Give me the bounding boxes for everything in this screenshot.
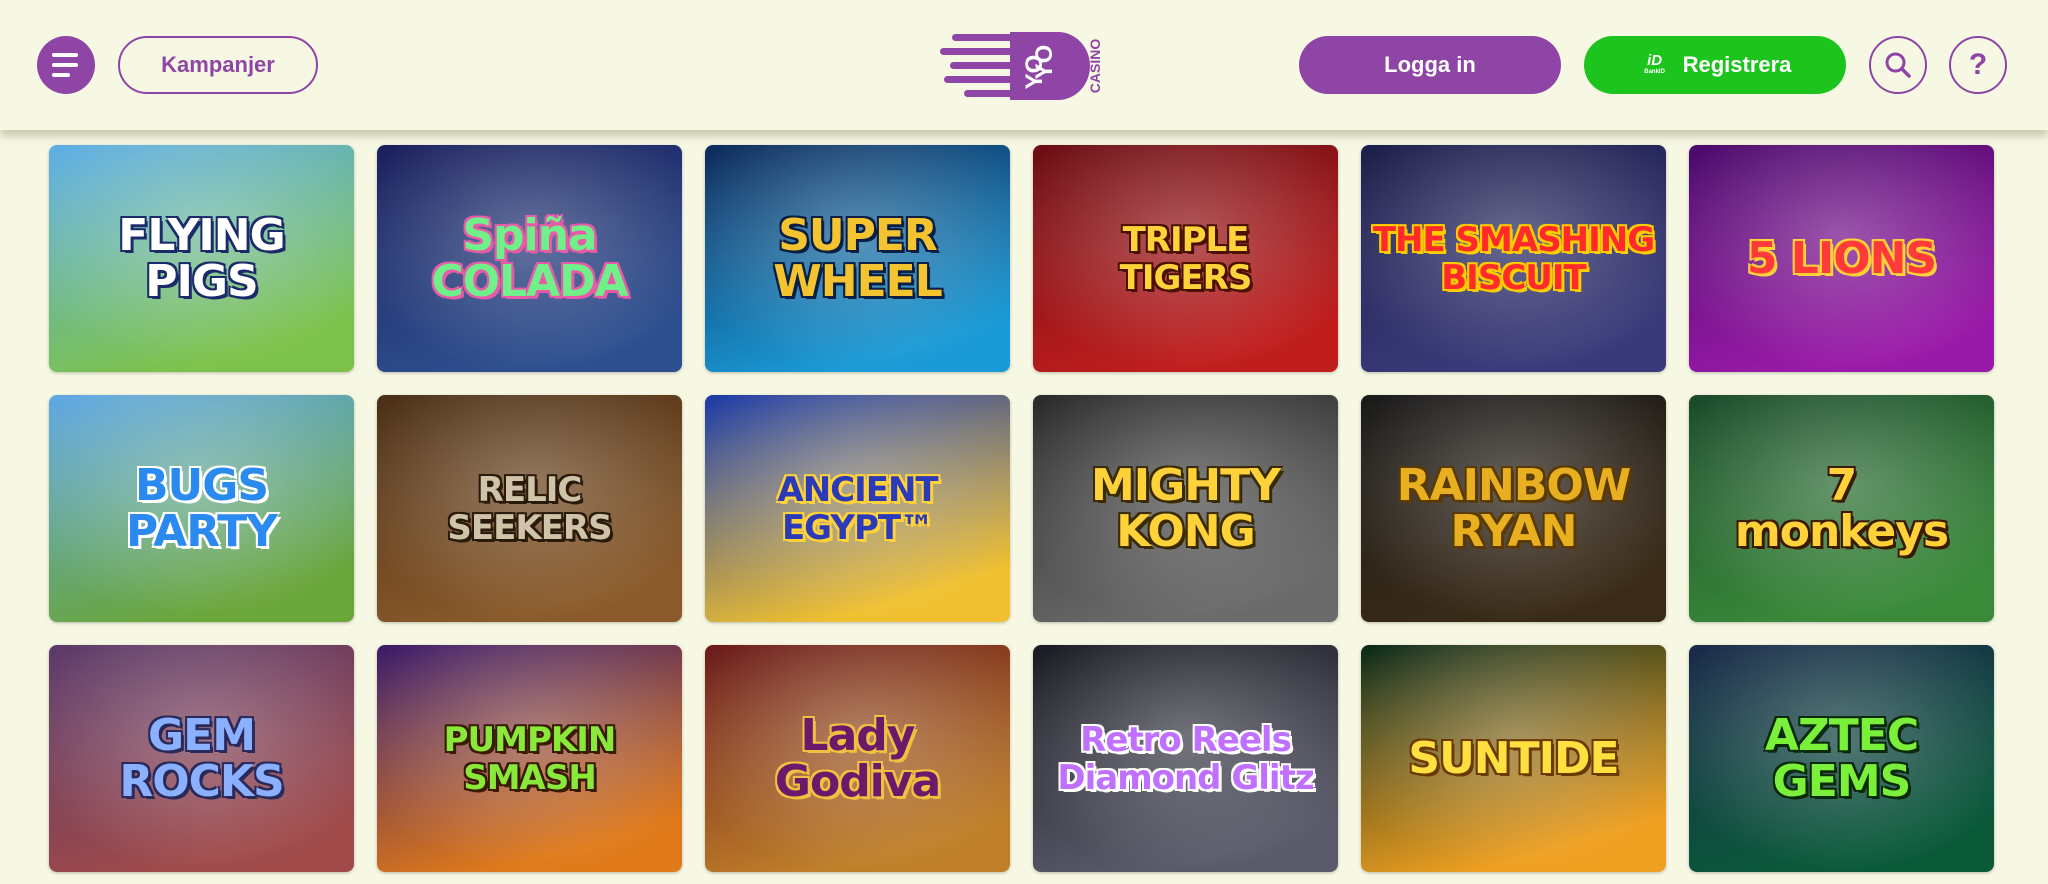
game-title: GEM ROCKS (119, 709, 284, 807)
game-title: BUGS PARTY (125, 459, 278, 557)
game-title: FLYING PIGS (118, 209, 285, 307)
game-title: ANCIENT EGYPT™ (777, 469, 938, 548)
hamburger-menu-icon[interactable] (37, 36, 95, 94)
register-button[interactable]: iD BankID Registrera (1584, 36, 1846, 94)
campaigns-button[interactable]: Kampanjer (118, 36, 318, 94)
bankid-icon: iD BankID (1644, 52, 1665, 75)
game-tile[interactable]: FLYING PIGS (49, 145, 354, 372)
game-tile[interactable]: SUPER WHEEL (705, 145, 1010, 372)
game-tile[interactable]: Retro Reels Diamond Glitz (1033, 645, 1338, 872)
game-tile[interactable]: BUGS PARTY (49, 395, 354, 622)
game-tile[interactable]: GEM ROCKS (49, 645, 354, 872)
game-title: Retro Reels Diamond Glitz (1057, 719, 1314, 798)
question-mark-icon: ? (1968, 48, 1988, 81)
game-title: Lady Godiva (774, 709, 941, 807)
game-grid: FLYING PIGS Spiña COLADA SUPER WHEEL TRIPLE… (49, 145, 1994, 872)
game-tile[interactable]: SUNTIDE (1361, 645, 1666, 872)
game-tile[interactable]: MIGHTY KONG (1033, 395, 1338, 622)
game-title: TRIPLE TIGERS (1119, 219, 1253, 298)
game-title: SUPER WHEEL (773, 209, 943, 307)
yoyo-casino-logo[interactable]: YO YO CASINO (940, 28, 1110, 104)
search-icon (1885, 52, 1911, 78)
game-title: RELIC SEEKERS (447, 469, 612, 548)
game-title: RAINBOW RYAN (1396, 459, 1632, 557)
game-title: AZTEC GEMS (1764, 709, 1919, 807)
game-title: PUMPKIN SMASH (443, 719, 617, 798)
logo-text-casino: CASINO (1087, 39, 1103, 94)
search-button[interactable] (1869, 36, 1927, 94)
login-button[interactable]: Logga in (1299, 36, 1561, 94)
logo-text-bottom: YO (1021, 55, 1048, 90)
game-tile[interactable]: TRIPLE TIGERS (1033, 145, 1338, 372)
game-tile[interactable]: PUMPKIN SMASH (377, 645, 682, 872)
game-title: 5 LIONS (1746, 232, 1937, 284)
game-tile[interactable]: RAINBOW RYAN (1361, 395, 1666, 622)
game-tile[interactable]: Spiña COLADA (377, 145, 682, 372)
game-title: MIGHTY KONG (1091, 459, 1281, 557)
register-label: Registrera (1682, 52, 1792, 77)
game-tile[interactable]: AZTEC GEMS (1689, 645, 1994, 872)
game-tile[interactable]: ANCIENT EGYPT™ (705, 395, 1010, 622)
game-tile[interactable]: RELIC SEEKERS (377, 395, 682, 622)
game-title: 7 monkeys (1734, 459, 1949, 557)
help-button[interactable]: ? (1949, 36, 2007, 94)
game-tile[interactable]: THE SMASHING BISCUIT (1361, 145, 1666, 372)
game-title: SUNTIDE (1408, 732, 1619, 784)
top-header: Kampanjer YO YO CASINO Logga in iD BankI… (0, 0, 2048, 130)
game-tile[interactable]: Lady Godiva (705, 645, 1010, 872)
game-title: Spiña COLADA (431, 209, 628, 307)
game-title: THE SMASHING BISCUIT (1372, 219, 1655, 298)
game-tile[interactable]: 7 monkeys (1689, 395, 1994, 622)
game-tile[interactable]: 5 LIONS (1689, 145, 1994, 372)
